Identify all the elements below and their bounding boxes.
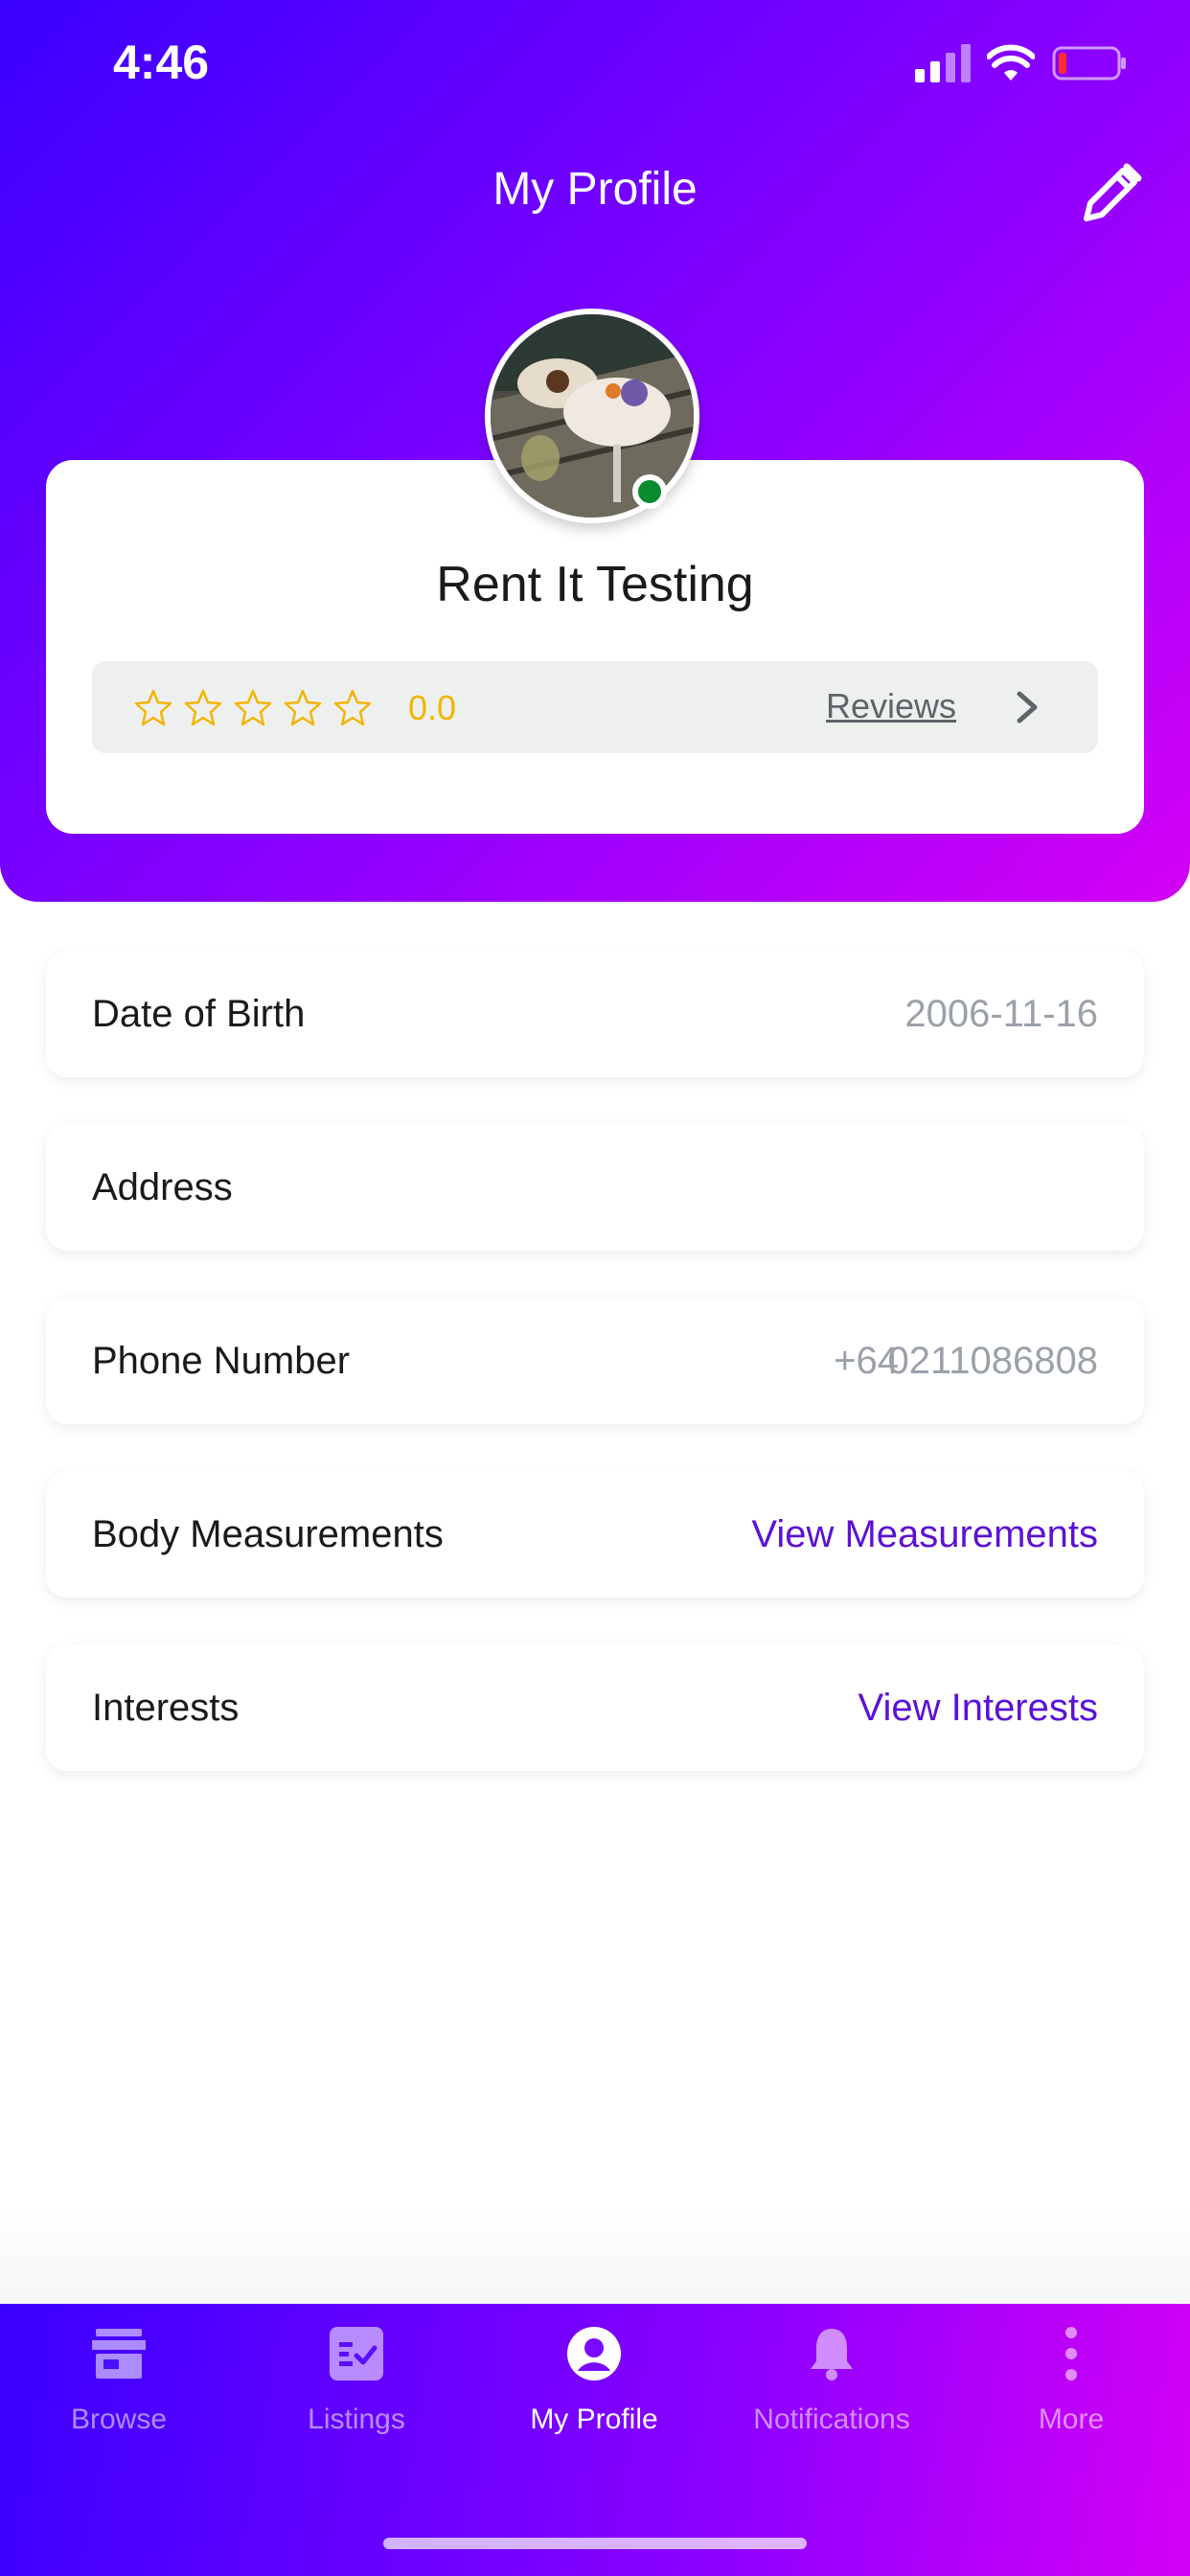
- edit-profile-button[interactable]: [1081, 161, 1144, 224]
- online-status-dot: [632, 474, 667, 509]
- address-label: Address: [92, 1166, 233, 1208]
- view-interests-link[interactable]: View Interests: [858, 1687, 1099, 1730]
- rating-value: 0.0: [408, 688, 457, 727]
- body-measurements-label: Body Measurements: [92, 1513, 444, 1555]
- interests-label: Interests: [92, 1687, 240, 1729]
- more-icon: [1065, 2327, 1077, 2380]
- tab-listings[interactable]: Listings: [238, 2304, 475, 2496]
- profile-name: Rent It Testing: [436, 557, 754, 612]
- content-fade: [0, 2204, 1190, 2304]
- dob-row[interactable]: Date of Birth 2006-11-16: [46, 951, 1144, 1077]
- phone-number: 0211086808: [887, 1340, 1099, 1382]
- tab-label: Browse: [70, 2404, 168, 2435]
- reviews-link[interactable]: Reviews: [826, 686, 956, 726]
- pencil-icon: [1084, 163, 1142, 221]
- tab-label: Notifications: [753, 2404, 910, 2435]
- avatar[interactable]: [485, 309, 699, 523]
- dob-value: 2006-11-16: [904, 993, 1098, 1035]
- tab-label: My Profile: [530, 2404, 658, 2435]
- home-indicator: [383, 2538, 807, 2549]
- phone-label: Phone Number: [92, 1340, 351, 1382]
- view-measurements-link[interactable]: View Measurements: [751, 1513, 1098, 1556]
- tab-my-profile[interactable]: My Profile: [475, 2304, 713, 2496]
- interests-row[interactable]: Interests View Interests: [46, 1644, 1144, 1771]
- dob-label: Date of Birth: [92, 993, 306, 1035]
- tab-browse[interactable]: Browse: [0, 2304, 238, 2496]
- status-bar: 4:46: [0, 0, 1190, 134]
- rating-stars: [134, 682, 372, 732]
- star-icon: [134, 689, 172, 726]
- tab-label: More: [1038, 2404, 1105, 2435]
- wifi-icon: [987, 44, 1035, 80]
- profile-icon: [567, 2327, 621, 2380]
- tab-more[interactable]: More: [952, 2304, 1190, 2496]
- tab-notifications[interactable]: Notifications: [713, 2304, 950, 2496]
- page-title: My Profile: [492, 164, 698, 215]
- chevron-right-icon[interactable]: [1010, 688, 1044, 726]
- phone-row[interactable]: Phone Number +64 0211086808: [46, 1298, 1144, 1424]
- address-row[interactable]: Address: [46, 1124, 1144, 1251]
- listings-icon: [330, 2327, 383, 2380]
- star-icon: [284, 689, 322, 726]
- body-measurements-row[interactable]: Body Measurements View Measurements: [46, 1471, 1144, 1598]
- rating-bar[interactable]: 0.0 Reviews: [92, 661, 1098, 753]
- tab-label: Listings: [308, 2404, 405, 2435]
- tab-bar: Browse Listings My Profile Notifications: [0, 2304, 1190, 2576]
- star-icon: [333, 689, 372, 726]
- battery-icon: [1052, 46, 1126, 80]
- star-icon: [234, 689, 272, 726]
- store-icon: [92, 2329, 146, 2379]
- bell-icon: [811, 2329, 853, 2380]
- star-icon: [184, 689, 222, 726]
- signal-icon: [915, 44, 971, 82]
- status-time: 4:46: [113, 35, 210, 89]
